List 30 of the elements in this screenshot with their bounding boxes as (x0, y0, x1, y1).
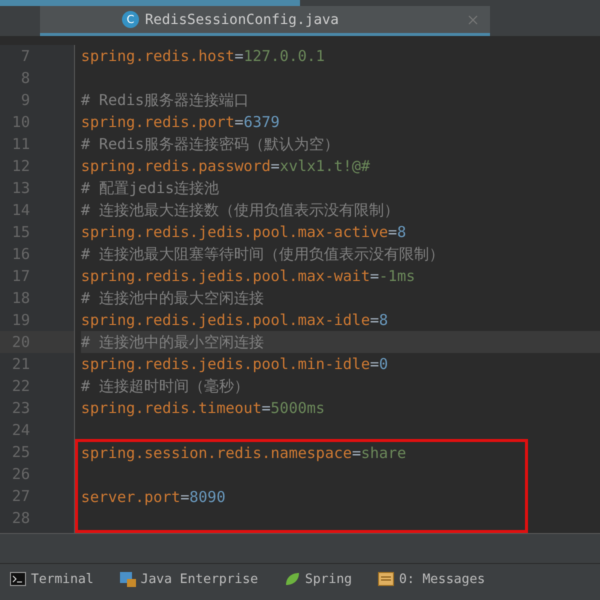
window-icon (120, 571, 136, 587)
code-line: spring.redis.password=xvlx1.t!@# (81, 157, 370, 175)
tool-window-button[interactable]: Spring (284, 571, 352, 587)
leaf-icon (284, 571, 300, 587)
code-line: spring.redis.timeout=5000ms (81, 399, 325, 417)
code-line: spring.redis.port=6379 (81, 113, 280, 131)
message-icon (378, 571, 394, 587)
tool-window-button[interactable]: Terminal (10, 571, 94, 587)
code-line: spring.redis.jedis.pool.max-active=8 (81, 223, 406, 241)
file-tab[interactable]: C RedisSessionConfig.java (40, 6, 490, 36)
tool-window-button[interactable]: Java Enterprise (120, 571, 258, 587)
tab-title: RedisSessionConfig.java (145, 12, 339, 28)
code-comment: # 连接池中的最大空闲连接 (81, 288, 264, 308)
code-comment: # 连接超时时间（毫秒） (81, 376, 250, 396)
code-comment: # 连接池中的最小空闲连接 (81, 332, 264, 352)
code-line: spring.redis.jedis.pool.max-idle=8 (81, 311, 388, 329)
terminal-icon (10, 571, 26, 587)
code-line: spring.redis.host=127.0.0.1 (81, 47, 325, 65)
close-icon[interactable] (468, 14, 478, 24)
code-comment: # Redis服务器连接端口 (81, 90, 250, 110)
code-comment: # Redis服务器连接密码（默认为空） (81, 134, 340, 154)
class-icon: C (122, 11, 139, 28)
code-line: spring.redis.jedis.pool.max-wait=-1ms (81, 267, 416, 285)
code-comment: # 连接池最大阻塞等待时间（使用负值表示没有限制） (81, 244, 444, 264)
tool-window-button[interactable]: 0: Messages (378, 571, 486, 587)
code-comment: # 连接池最大连接数（使用负值表示没有限制） (81, 200, 400, 220)
code-comment: # 配置jedis连接池 (81, 178, 220, 198)
code-line: spring.redis.jedis.pool.min-idle=0 (81, 355, 388, 373)
code-line: server.port=8090 (81, 488, 226, 506)
code-line: spring.session.redis.namespace=share (81, 444, 406, 462)
